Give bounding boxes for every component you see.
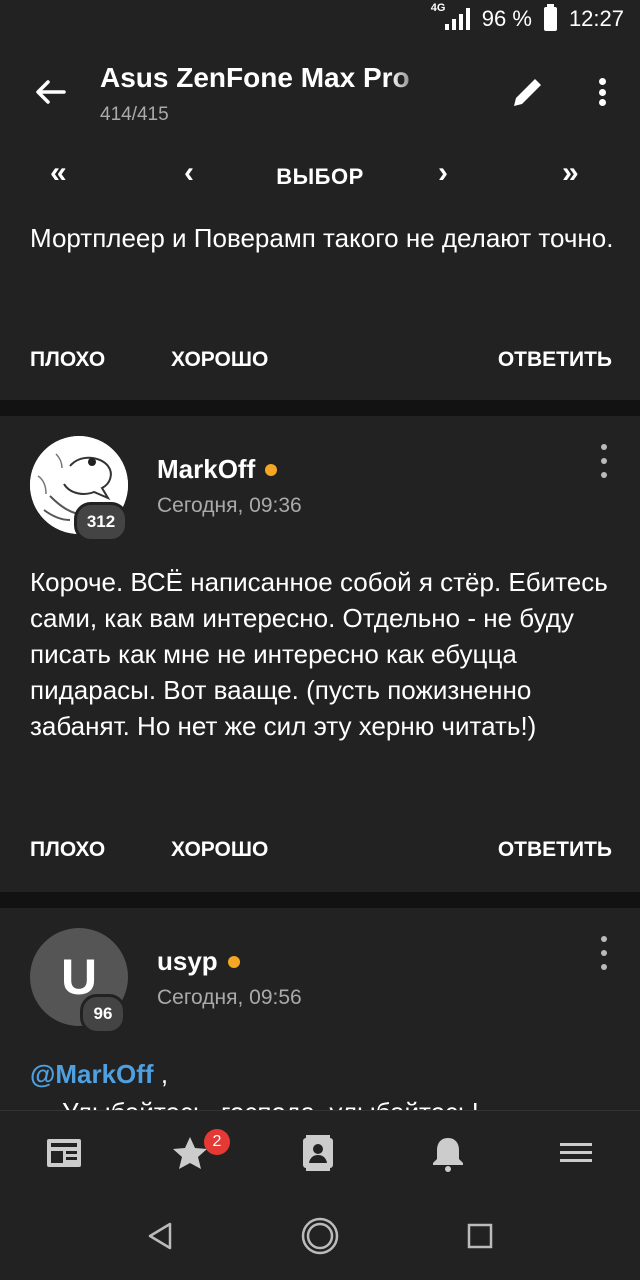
battery-icon: [543, 4, 557, 31]
app-bar: Asus ZenFone Max Pro 414/415: [0, 44, 640, 140]
online-indicator-icon: [227, 955, 240, 968]
favorites-count-badge: 2: [204, 1129, 230, 1155]
post-timestamp: Сегодня, 09:36: [157, 494, 302, 517]
post-author[interactable]: MarkOff: [157, 454, 278, 485]
system-navigation-bar: [0, 1196, 640, 1280]
upvote-button[interactable]: ХОРОШО: [171, 838, 268, 862]
page-title: Asus ZenFone Max Pro: [100, 62, 430, 94]
status-bar: 4G 96 % 12:27: [0, 0, 640, 44]
next-page-button[interactable]: ›: [438, 156, 448, 190]
bottom-navigation: 2: [0, 1110, 640, 1197]
menu-hamburger-icon[interactable]: [556, 1133, 600, 1173]
last-page-button[interactable]: »: [562, 156, 579, 190]
author-name: MarkOff: [157, 454, 256, 484]
post-text: Мортплеер и Поверамп такого не делают то…: [30, 223, 614, 253]
reputation-badge: 96: [80, 994, 126, 1034]
post-timestamp: Сегодня, 09:56: [157, 986, 302, 1009]
back-arrow-icon[interactable]: [30, 72, 70, 112]
post-text-line: Улыбайтесь, господа, улыбайтесь!: [62, 1094, 620, 1110]
author-name: usyp: [157, 946, 218, 976]
signal-icon: 4G: [431, 2, 470, 30]
post-actions: ПЛОХО ХОРОШО ОТВЕТИТЬ: [0, 340, 640, 380]
mention-suffix: ,: [153, 1059, 169, 1089]
notifications-bell-icon[interactable]: [428, 1133, 472, 1173]
post-card: Мортплеер и Поверамп такого не делают то…: [0, 210, 640, 400]
clock: 12:27: [568, 6, 624, 31]
user-mention-link[interactable]: @MarkOff: [30, 1059, 154, 1089]
reputation-badge: 312: [74, 502, 128, 542]
page-navigation: « ‹ ВЫБОР › »: [0, 140, 640, 210]
downvote-button[interactable]: ПЛОХО: [30, 348, 105, 372]
post-actions: ПЛОХО ХОРОШО ОТВЕТИТЬ: [0, 830, 640, 870]
post-card: 312 MarkOff Сегодня, 09:36 Короче. ВСЁ н…: [0, 416, 640, 892]
system-home-icon[interactable]: [300, 1216, 340, 1261]
system-back-icon[interactable]: [144, 1220, 176, 1257]
reply-button[interactable]: ОТВЕТИТЬ: [498, 348, 612, 372]
post-author[interactable]: usyp: [157, 946, 240, 977]
upvote-button[interactable]: ХОРОШО: [171, 348, 268, 372]
post-text: @MarkOff ,: [30, 1056, 620, 1092]
edit-pencil-icon[interactable]: [508, 72, 548, 112]
reply-button[interactable]: ОТВЕТИТЬ: [498, 838, 612, 862]
news-icon[interactable]: [44, 1133, 88, 1173]
battery-percent: 96 %: [481, 6, 532, 31]
post-overflow-menu-icon[interactable]: [598, 936, 610, 970]
page-counter: 414/415: [100, 104, 169, 125]
overflow-menu-icon[interactable]: [590, 72, 614, 112]
post-text: Короче. ВСЁ написанное собой я стёр. Еби…: [30, 567, 608, 741]
online-indicator-icon: [265, 463, 278, 476]
downvote-button[interactable]: ПЛОХО: [30, 838, 105, 862]
post-overflow-menu-icon[interactable]: [598, 444, 610, 478]
contacts-icon[interactable]: [298, 1133, 342, 1173]
network-type-label: 4G: [430, 2, 446, 14]
post-card: U 96 usyp Сегодня, 09:56 @MarkOff , Улыб…: [0, 908, 640, 1110]
page-select-button[interactable]: ВЫБОР: [0, 164, 640, 190]
system-recents-icon[interactable]: [466, 1222, 494, 1255]
status-icons: 4G 96 % 12:27: [431, 2, 624, 32]
